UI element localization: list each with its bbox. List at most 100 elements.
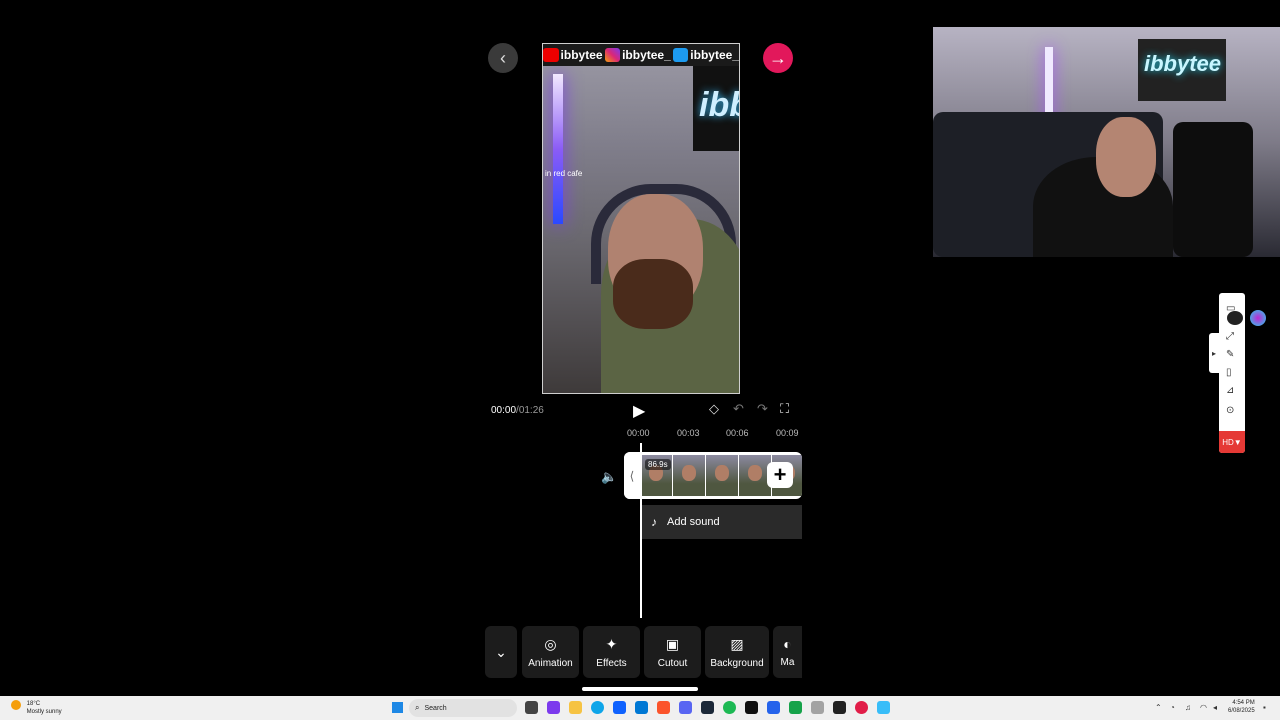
weather-temp: 18°C: [26, 701, 41, 707]
brave-icon[interactable]: [657, 701, 670, 714]
discord-icon[interactable]: [679, 701, 692, 714]
chevron-up-icon[interactable]: ⌃: [1155, 703, 1162, 712]
add-clip-button[interactable]: +: [767, 462, 793, 488]
neon-light: [553, 74, 563, 224]
webcam-feed: ibbytee: [933, 27, 1280, 257]
capcut-icon[interactable]: [833, 701, 846, 714]
chevron-down-icon: ⌄: [495, 643, 507, 660]
cutout-button[interactable]: ▣ Cutout: [644, 626, 701, 678]
sun-icon: [11, 700, 21, 710]
add-sound-button[interactable]: ♪ Add sound: [642, 505, 802, 539]
ruler-tick: 00:00: [627, 428, 650, 438]
gaming-chair: [1173, 122, 1253, 257]
plus-icon: +: [773, 462, 787, 487]
chevron-right-icon: ▸: [1211, 348, 1216, 358]
overlay-caption: in red cafe: [545, 169, 583, 178]
steam-icon[interactable]: [701, 701, 714, 714]
outlook-icon[interactable]: [635, 701, 648, 714]
notepad-icon[interactable]: [767, 701, 780, 714]
extension-logo-icon[interactable]: [1250, 310, 1266, 326]
notification-icon[interactable]: ▪: [1263, 703, 1266, 712]
search-icon: ⌕: [415, 703, 420, 712]
youtube-icon: [543, 48, 559, 62]
microphone-icon[interactable]: ♫: [1185, 703, 1191, 712]
fullscreen-icon[interactable]: ⛶: [780, 401, 789, 417]
clip-duration: 86.9s: [645, 459, 671, 470]
social-handles-bar: ibbytee ibbytee_ ibbytee_: [543, 44, 739, 66]
animation-button[interactable]: ◎ Animation: [522, 626, 579, 678]
task-view-icon[interactable]: [525, 701, 538, 714]
arrow-right-icon: →: [769, 47, 787, 68]
spotify-icon[interactable]: [723, 701, 736, 714]
waveform-icon[interactable]: [1227, 311, 1243, 325]
mask-icon: ◐: [783, 636, 792, 652]
home-indicator: [582, 687, 698, 691]
chrome-icon[interactable]: [789, 701, 802, 714]
person-beard: [613, 259, 693, 329]
ruler-tick: 00:06: [726, 428, 749, 438]
taskbar-search[interactable]: ⌕ Search: [409, 699, 517, 717]
neon-sign: ibb: [693, 66, 739, 151]
total-time: 01:26: [518, 405, 544, 416]
store-icon[interactable]: [613, 701, 626, 714]
redo-icon[interactable]: ↷: [757, 401, 768, 417]
expand-icon[interactable]: ⤢: [1226, 331, 1234, 342]
animation-icon: ◎: [544, 635, 557, 652]
active-app-icon[interactable]: [877, 701, 890, 714]
ruler-tick: 00:03: [677, 428, 700, 438]
time-display: 00:00/01:26: [491, 405, 544, 416]
speaker-icon[interactable]: ◂: [1213, 703, 1217, 712]
panel-toggle[interactable]: ▸: [1209, 333, 1219, 373]
hd-quality-button[interactable]: HD▼: [1219, 431, 1245, 453]
pen-icon[interactable]: ✎: [1226, 349, 1234, 360]
sparkle-icon: ✦: [605, 635, 618, 652]
window-icon[interactable]: ▯: [1226, 367, 1232, 378]
mask-button[interactable]: ◐ Ma: [773, 626, 802, 678]
crop-icon[interactable]: ⊿: [1226, 385, 1234, 396]
background-button[interactable]: ▨ Background: [705, 626, 769, 678]
copilot-icon[interactable]: [547, 701, 560, 714]
recorder-icon[interactable]: [855, 701, 868, 714]
windows-start-icon[interactable]: [392, 702, 403, 713]
twitter-handle: ibbytee_: [690, 48, 739, 62]
cutout-icon: ▣: [665, 635, 680, 652]
play-icon: ▶: [633, 403, 646, 420]
trim-handle-left[interactable]: ⟨: [624, 452, 640, 499]
keyframe-icon[interactable]: ◇: [709, 401, 719, 417]
clock-date: 6/08/2025: [1228, 708, 1255, 714]
clock-time: 4:54 PM: [1232, 700, 1255, 706]
video-preview[interactable]: ibb ibbytee ibbytee_ ibbytee_ in red caf…: [542, 43, 740, 394]
music-note-icon: ♪: [651, 515, 657, 529]
background-icon: ▨: [730, 635, 744, 652]
system-clock[interactable]: 4:54 PM 6/08/2025: [1228, 699, 1255, 715]
instagram-handle: ibbytee_: [622, 48, 671, 62]
current-time: 00:00: [491, 405, 517, 416]
edge-icon[interactable]: [591, 701, 604, 714]
weather-desc: Mostly sunny: [26, 709, 62, 715]
neon-sign: ibbytee: [1138, 39, 1226, 101]
add-sound-label: Add sound: [667, 516, 720, 528]
collapse-button[interactable]: ⌄: [485, 626, 517, 678]
person-head: [1096, 117, 1156, 197]
next-button[interactable]: →: [763, 43, 793, 73]
youtube-handle: ibbytee: [560, 48, 603, 62]
undo-icon[interactable]: ↶: [733, 401, 744, 417]
back-button[interactable]: ‹: [488, 43, 518, 73]
ruler-tick: 00:09: [776, 428, 799, 438]
effects-button[interactable]: ✦ Effects: [583, 626, 640, 678]
weather-widget[interactable]: 18°C Mostly sunny: [11, 700, 62, 716]
record-icon[interactable]: ⊙: [1226, 405, 1234, 416]
instagram-icon: [604, 48, 621, 62]
play-button[interactable]: ▶: [633, 401, 645, 421]
video-clip-track[interactable]: ⟨ 86.9s +: [624, 452, 802, 499]
taskbar: 18°C Mostly sunny ⌕ Search ⌃ ◔ ♫ ◠ ◂ 4:5…: [0, 696, 1280, 720]
twitter-icon: [672, 48, 689, 62]
wifi-icon[interactable]: ◠: [1200, 703, 1207, 712]
app-icon[interactable]: [811, 701, 824, 714]
search-placeholder: Search: [424, 704, 447, 712]
volume-icon[interactable]: 🔈: [601, 469, 617, 485]
network-icon[interactable]: ◔: [1170, 703, 1175, 712]
terminal-icon[interactable]: [745, 701, 758, 714]
chevron-left-icon: ‹: [500, 47, 506, 68]
file-explorer-icon[interactable]: [569, 701, 582, 714]
